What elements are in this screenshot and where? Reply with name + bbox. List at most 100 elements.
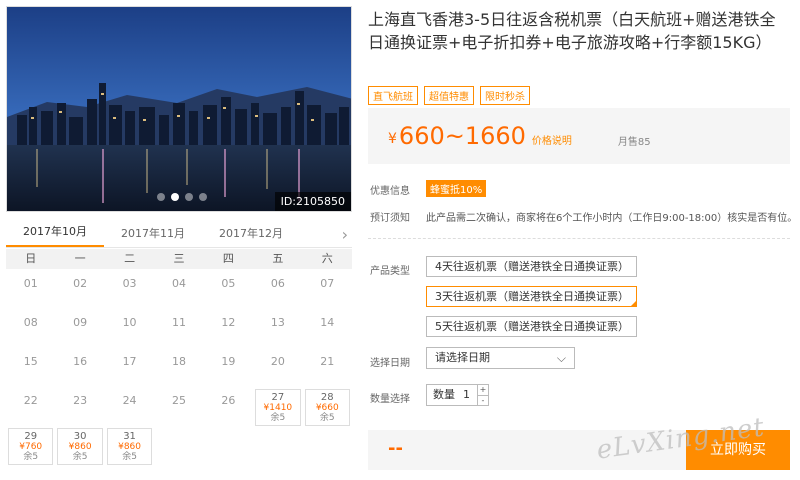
quantity-value[interactable]: 1 bbox=[463, 388, 470, 401]
quantity-buttons: + - bbox=[477, 385, 488, 405]
product-photo[interactable]: ID:2105850 bbox=[6, 6, 352, 212]
day-number: 08 bbox=[23, 316, 38, 329]
day-number: 17 bbox=[122, 355, 137, 368]
calendar-day[interactable]: 30 ¥860 余5 bbox=[57, 428, 103, 465]
weekday-label: 四 bbox=[222, 252, 234, 265]
decrement-button[interactable]: - bbox=[478, 395, 488, 405]
carousel-dot[interactable] bbox=[157, 193, 165, 201]
day-number: 19 bbox=[221, 355, 236, 368]
day-number: 07 bbox=[320, 277, 335, 290]
chevron-right-icon[interactable]: › bbox=[342, 227, 348, 247]
day-number: 31 bbox=[123, 431, 136, 442]
day-number: 06 bbox=[270, 277, 285, 290]
calendar-day: 03 bbox=[105, 271, 154, 310]
calendar-day: 19 bbox=[204, 349, 253, 388]
product-title: 上海直飞香港3-5日往返含税机票（白天航班+赠送港铁全日通换证票+电子折扣券+电… bbox=[368, 10, 776, 52]
monthly-sales: 月售85 bbox=[617, 136, 651, 148]
month-tab-dec[interactable]: 2017年12月 bbox=[202, 225, 300, 247]
photo-id-label: ID:2105850 bbox=[274, 192, 351, 211]
tag-direct-flight: 直飞航班 bbox=[368, 86, 418, 105]
day-stock: 余5 bbox=[319, 413, 335, 423]
calendar-day[interactable]: 29 ¥760 余5 bbox=[8, 428, 54, 465]
calendar-day: 05 bbox=[204, 271, 253, 310]
day-price: ¥660 bbox=[315, 403, 339, 413]
divider bbox=[368, 238, 790, 239]
check-corner-icon bbox=[630, 300, 637, 307]
calendar-day: 06 bbox=[253, 271, 302, 310]
calendar-day: 08 bbox=[6, 310, 55, 349]
day-number: 10 bbox=[122, 316, 137, 329]
price-box: ¥ 660~1660 价格说明 月售85 bbox=[368, 108, 790, 164]
day-number: 21 bbox=[320, 355, 335, 368]
day-number: 25 bbox=[171, 394, 186, 407]
calendar-day: 07 bbox=[303, 271, 352, 310]
day-stock: 余5 bbox=[122, 452, 137, 462]
day-stock: 余5 bbox=[23, 452, 39, 462]
increment-button[interactable]: + bbox=[478, 385, 488, 395]
carousel-dot[interactable] bbox=[199, 193, 207, 201]
day-number: 11 bbox=[171, 316, 186, 329]
product-tags: 直飞航班 超值特惠 限时秒杀 bbox=[368, 86, 530, 105]
day-number: 22 bbox=[23, 394, 38, 407]
calendar-day: 23 bbox=[55, 388, 104, 427]
calendar-day: 02 bbox=[55, 271, 104, 310]
day-number: 03 bbox=[122, 277, 137, 290]
day-number: 27 bbox=[271, 392, 285, 403]
weekday-label: 一 bbox=[74, 252, 86, 265]
quantity-stepper[interactable]: 数量 1 + - bbox=[426, 384, 489, 406]
date-select[interactable]: 请选择日期 ⌵ bbox=[426, 347, 575, 369]
calendar-day: 20 bbox=[253, 349, 302, 388]
day-price: ¥1410 bbox=[263, 403, 293, 413]
month-tab-nov[interactable]: 2017年11月 bbox=[104, 225, 202, 247]
coupon-label: 优惠信息 bbox=[370, 186, 410, 197]
hong-kong-skyline-image bbox=[7, 7, 351, 211]
option-label: 3天往返机票（赠送港铁全日通换证票） bbox=[435, 290, 629, 303]
weekday-label: 五 bbox=[272, 252, 284, 265]
total-price: -- bbox=[388, 438, 403, 459]
day-number: 28 bbox=[320, 392, 334, 403]
day-number: 04 bbox=[171, 277, 186, 290]
price-range: 660~1660 bbox=[398, 122, 526, 150]
currency-symbol: ¥ bbox=[388, 131, 397, 147]
calendar-day: 15 bbox=[6, 349, 55, 388]
day-number: 05 bbox=[221, 277, 236, 290]
day-number: 13 bbox=[270, 316, 285, 329]
day-number: 20 bbox=[270, 355, 285, 368]
date-select-value: 请选择日期 bbox=[435, 351, 490, 364]
weekday-label: 二 bbox=[124, 252, 136, 265]
calendar-day: 25 bbox=[154, 388, 203, 427]
tag-flash-sale: 限时秒杀 bbox=[480, 86, 530, 105]
day-number: 12 bbox=[221, 316, 236, 329]
day-number: 09 bbox=[73, 316, 88, 329]
option-5-day[interactable]: 5天往返机票（赠送港铁全日通换证票） bbox=[426, 316, 637, 337]
calendar-day: 26 bbox=[204, 388, 253, 427]
calendar-day[interactable]: 31 ¥860 余5 bbox=[106, 428, 153, 465]
option-3-day-selected[interactable]: 3天往返机票（赠送港铁全日通换证票） bbox=[426, 286, 637, 307]
carousel-dot-active[interactable] bbox=[171, 193, 179, 201]
day-number: 15 bbox=[23, 355, 38, 368]
price-note-link[interactable]: 价格说明 bbox=[532, 132, 572, 147]
calendar-day[interactable]: 28 ¥660 余5 bbox=[304, 389, 350, 426]
calendar-day: 14 bbox=[303, 310, 352, 349]
calendar-day[interactable]: 27 ¥1410 余5 bbox=[255, 389, 301, 426]
day-stock: 余5 bbox=[270, 413, 286, 423]
day-number: 14 bbox=[320, 316, 335, 329]
calendar-day: 09 bbox=[55, 310, 104, 349]
tag-special-offer: 超值特惠 bbox=[424, 86, 474, 105]
carousel-dot[interactable] bbox=[185, 193, 193, 201]
calendar-day: 16 bbox=[55, 349, 104, 388]
day-number: 23 bbox=[73, 394, 88, 407]
booking-notice-text: 此产品需二次确认，商家将在6个工作小时内（工作日9:00-18:00）核实是否有… bbox=[426, 213, 798, 224]
quantity-prefix: 数量 bbox=[433, 388, 455, 401]
calendar-day: 24 bbox=[105, 388, 154, 427]
option-4-day[interactable]: 4天往返机票（赠送港铁全日通换证票） bbox=[426, 256, 637, 277]
day-price: ¥860 bbox=[68, 442, 92, 452]
calendar-day: 17 bbox=[105, 349, 154, 388]
day-stock: 余5 bbox=[72, 452, 88, 462]
calendar-month-tabs: 2017年10月 2017年11月 2017年12月 › bbox=[6, 222, 352, 248]
calendar-days-grid: 01 02 03 04 05 06 07 08 09 10 11 12 13 14 15 16 17 18 19 20… bbox=[6, 271, 352, 466]
day-number: 24 bbox=[122, 394, 137, 407]
day-number: 18 bbox=[171, 355, 186, 368]
weekday-label: 日 bbox=[25, 252, 37, 265]
month-tab-oct[interactable]: 2017年10月 bbox=[6, 223, 104, 247]
